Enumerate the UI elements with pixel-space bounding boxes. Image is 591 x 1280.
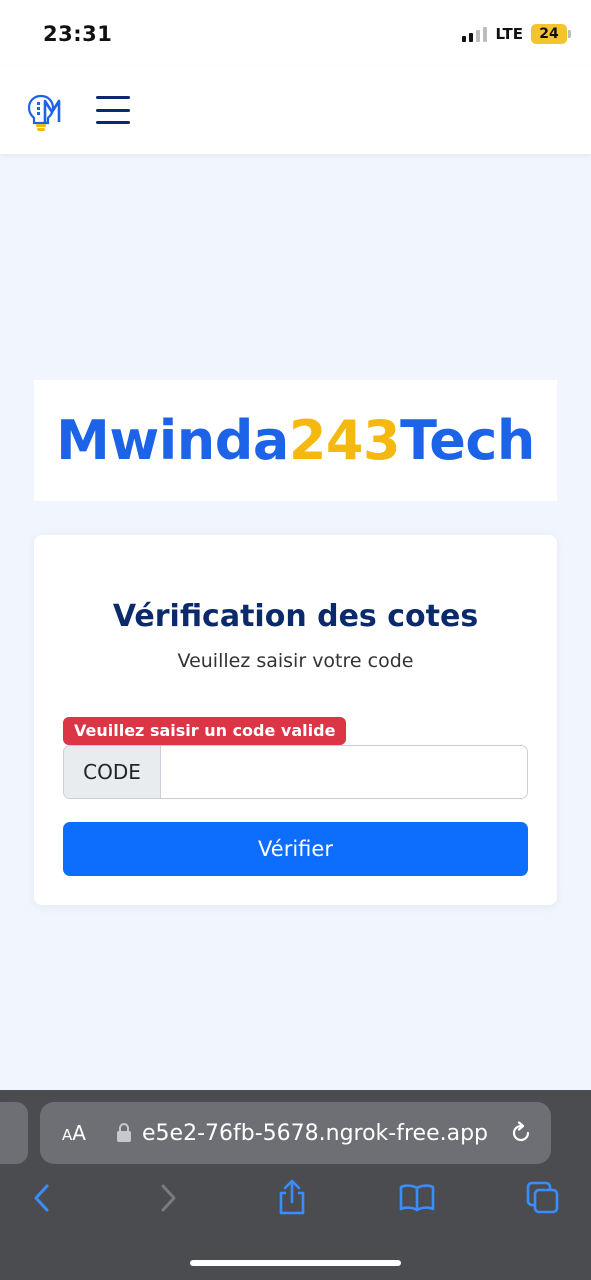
forward-icon[interactable]: [148, 1178, 188, 1218]
url-text[interactable]: e5e2-76fb-5678.ngrok-free.app: [142, 1121, 490, 1146]
tabs-icon[interactable]: [523, 1178, 563, 1218]
text-size-label: A: [72, 1121, 86, 1145]
home-indicator[interactable]: [190, 1260, 401, 1266]
battery-icon: 24: [531, 24, 571, 44]
bookmarks-icon[interactable]: [397, 1178, 437, 1218]
previous-tab-preview[interactable]: [0, 1102, 28, 1164]
browser-toolbar: [0, 1178, 591, 1228]
code-input[interactable]: [161, 746, 527, 798]
status-indicators: LTE 24: [462, 24, 571, 44]
card-title: Vérification des cotes: [112, 599, 479, 634]
brand-wordmark: Mwinda243Tech: [56, 413, 535, 468]
share-icon[interactable]: [272, 1178, 312, 1218]
battery-level: 24: [539, 26, 559, 42]
code-input-group: CODE: [63, 745, 528, 799]
verification-card: Vérification des cotes Veuillez saisir v…: [34, 535, 557, 905]
network-type: LTE: [495, 25, 523, 43]
verify-button[interactable]: Vérifier: [63, 822, 528, 876]
app-header: [0, 66, 591, 154]
hamburger-menu-icon[interactable]: [96, 96, 130, 124]
signal-strength-icon: [462, 26, 488, 42]
lock-icon: [116, 1123, 132, 1143]
brand-part-tech: Tech: [400, 408, 535, 472]
brand-part-243: 243: [288, 408, 401, 472]
status-time: 23:31: [43, 22, 113, 46]
status-bar: 23:31 LTE 24: [0, 0, 591, 66]
address-bar[interactable]: AA e5e2-76fb-5678.ngrok-free.app: [40, 1102, 551, 1164]
card-subtitle: Veuillez saisir votre code: [177, 650, 414, 672]
code-input-label: CODE: [64, 746, 161, 798]
browser-chrome: AA e5e2-76fb-5678.ngrok-free.app: [0, 1090, 591, 1280]
lightbulb-m-logo-icon[interactable]: [28, 92, 70, 132]
error-badge: Veuillez saisir un code valide: [63, 717, 347, 745]
brand-banner: Mwinda243Tech: [34, 380, 557, 501]
text-size-button[interactable]: AA: [62, 1121, 96, 1145]
back-icon[interactable]: [22, 1178, 62, 1218]
brand-part-mwinda: Mwinda: [56, 408, 289, 472]
reload-icon[interactable]: [508, 1120, 534, 1146]
